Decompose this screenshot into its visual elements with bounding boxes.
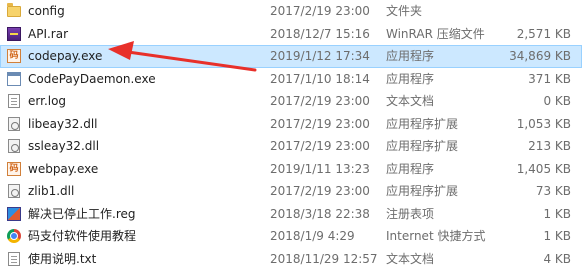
file-date: 2017/2/19 23:00 bbox=[270, 0, 370, 23]
file-name: API.rar bbox=[28, 23, 68, 46]
file-date: 2018/3/18 22:38 bbox=[270, 203, 370, 226]
file-type: 文件夹 bbox=[386, 0, 422, 23]
file-size: 1,405 KB bbox=[517, 158, 571, 181]
registry-icon bbox=[7, 207, 21, 221]
file-date: 2017/2/19 23:00 bbox=[270, 135, 370, 158]
file-date: 2017/1/10 18:14 bbox=[270, 68, 370, 91]
dll-icon bbox=[8, 184, 20, 198]
file-name: zlib1.dll bbox=[28, 180, 74, 203]
file-type: Internet 快捷方式 bbox=[386, 225, 485, 248]
file-row-readme-txt[interactable]: 使用说明.txt 2018/11/29 12:57 文本文档 4 KB bbox=[0, 248, 582, 270]
file-name: err.log bbox=[28, 90, 66, 113]
file-row-webpay-exe[interactable]: 码 webpay.exe 2019/1/11 13:23 应用程序 1,405 … bbox=[0, 158, 582, 181]
dll-icon bbox=[8, 117, 20, 131]
file-size: 371 KB bbox=[528, 68, 571, 91]
file-name: ssleay32.dll bbox=[28, 135, 99, 158]
file-row-libeay32-dll[interactable]: libeay32.dll 2017/2/19 23:00 应用程序扩展 1,05… bbox=[0, 113, 582, 136]
file-size: 1 KB bbox=[543, 225, 571, 248]
file-size: 1,053 KB bbox=[517, 113, 571, 136]
file-row-ssleay32-dll[interactable]: ssleay32.dll 2017/2/19 23:00 应用程序扩展 213 … bbox=[0, 135, 582, 158]
file-row-reg[interactable]: 解决已停止工作.reg 2018/3/18 22:38 注册表项 1 KB bbox=[0, 203, 582, 226]
file-date: 2019/1/12 17:34 bbox=[270, 46, 370, 67]
file-size: 73 KB bbox=[536, 180, 571, 203]
file-row-err-log[interactable]: err.log 2017/2/19 23:00 文本文档 0 KB bbox=[0, 90, 582, 113]
file-size: 1 KB bbox=[543, 203, 571, 226]
file-type: 文本文档 bbox=[386, 90, 434, 113]
file-size: 213 KB bbox=[528, 135, 571, 158]
file-row-codepaydaemon-exe[interactable]: CodePayDaemon.exe 2017/1/10 18:14 应用程序 3… bbox=[0, 68, 582, 91]
file-type: WinRAR 压缩文件 bbox=[386, 23, 485, 46]
dll-icon bbox=[8, 139, 20, 153]
file-row-config[interactable]: config 2017/2/19 23:00 文件夹 bbox=[0, 0, 582, 23]
rar-archive-icon bbox=[7, 27, 21, 41]
file-row-codepay-exe[interactable]: 码 codepay.exe 2019/1/12 17:34 应用程序 34,86… bbox=[0, 45, 582, 68]
file-type: 注册表项 bbox=[386, 203, 434, 226]
file-date: 2017/2/19 23:00 bbox=[270, 113, 370, 136]
file-date: 2018/1/9 4:29 bbox=[270, 225, 355, 248]
file-type: 文本文档 bbox=[386, 248, 434, 270]
file-name: 使用说明.txt bbox=[28, 248, 96, 270]
app-exe-icon: 码 bbox=[7, 49, 21, 63]
text-document-icon bbox=[8, 252, 20, 266]
file-name: 码支付软件使用教程 bbox=[28, 225, 136, 248]
file-date: 2019/1/11 13:23 bbox=[270, 158, 370, 181]
file-date: 2017/2/19 23:00 bbox=[270, 90, 370, 113]
file-size: 0 KB bbox=[543, 90, 571, 113]
file-date: 2017/2/19 23:00 bbox=[270, 180, 370, 203]
file-name: libeay32.dll bbox=[28, 113, 98, 136]
file-row-tutorial-shortcut[interactable]: 码支付软件使用教程 2018/1/9 4:29 Internet 快捷方式 1 … bbox=[0, 225, 582, 248]
app-exe-icon: 码 bbox=[7, 162, 21, 176]
file-list: config 2017/2/19 23:00 文件夹 API.rar 2018/… bbox=[0, 0, 582, 270]
text-document-icon bbox=[8, 94, 20, 108]
file-type: 应用程序扩展 bbox=[386, 135, 458, 158]
window-exe-icon bbox=[7, 72, 21, 86]
file-date: 2018/12/7 15:16 bbox=[270, 23, 370, 46]
file-size: 4 KB bbox=[543, 248, 571, 270]
file-name: config bbox=[28, 0, 65, 23]
file-name: codepay.exe bbox=[28, 46, 102, 67]
file-row-api-rar[interactable]: API.rar 2018/12/7 15:16 WinRAR 压缩文件 2,57… bbox=[0, 23, 582, 46]
file-name: webpay.exe bbox=[28, 158, 98, 181]
file-size: 34,869 KB bbox=[509, 46, 571, 67]
folder-icon bbox=[7, 6, 21, 17]
file-type: 应用程序 bbox=[386, 46, 434, 67]
file-row-zlib1-dll[interactable]: zlib1.dll 2017/2/19 23:00 应用程序扩展 73 KB bbox=[0, 180, 582, 203]
file-type: 应用程序 bbox=[386, 68, 434, 91]
file-date: 2018/11/29 12:57 bbox=[270, 248, 378, 270]
file-name: 解决已停止工作.reg bbox=[28, 203, 136, 226]
file-type: 应用程序扩展 bbox=[386, 180, 458, 203]
file-name: CodePayDaemon.exe bbox=[28, 68, 156, 91]
file-type: 应用程序 bbox=[386, 158, 434, 181]
chrome-shortcut-icon bbox=[7, 229, 21, 243]
file-type: 应用程序扩展 bbox=[386, 113, 458, 136]
file-size: 2,571 KB bbox=[517, 23, 571, 46]
